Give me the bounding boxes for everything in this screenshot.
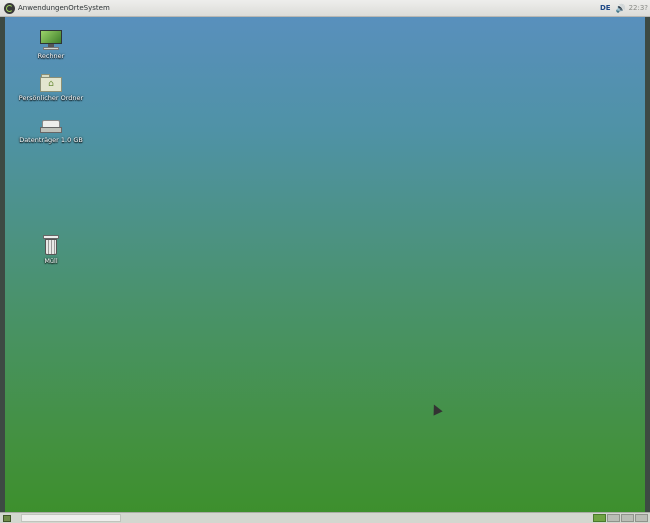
desktop-icon-label: Datenträger 1.0 GB: [19, 136, 83, 144]
workspace-switcher: [592, 514, 648, 522]
desktop-icon-trash[interactable]: Müll: [11, 233, 91, 265]
main-menu: Anwendungen Orte System: [18, 4, 110, 12]
keyboard-layout-indicator[interactable]: DE: [598, 4, 613, 12]
screen-edge-left: [0, 16, 5, 513]
window-list[interactable]: [21, 514, 121, 522]
show-desktop-icon[interactable]: [3, 514, 11, 522]
workspace-2[interactable]: [607, 514, 620, 522]
computer-icon: [40, 30, 62, 50]
distro-logo-icon[interactable]: [4, 2, 15, 14]
desktop-icon-computer[interactable]: Rechner: [11, 30, 91, 60]
menu-applications[interactable]: Anwendungen: [18, 4, 68, 12]
home-folder-icon: ⌂: [40, 74, 62, 92]
desktop-icon-drive[interactable]: Datenträger 1.0 GB: [11, 116, 91, 144]
trash-icon: [43, 233, 59, 255]
system-tray: DE 🔊 22:3?: [598, 4, 648, 13]
top-panel: Anwendungen Orte System DE 🔊 22:3?: [0, 0, 650, 17]
desktop-icon-label: Persönlicher Ordner: [18, 94, 84, 102]
workspace-4[interactable]: [635, 514, 648, 522]
desktop-icon-home-folder[interactable]: ⌂ Persönlicher Ordner: [11, 74, 91, 102]
workspace-3[interactable]: [621, 514, 634, 522]
menu-system[interactable]: System: [84, 4, 110, 12]
clock[interactable]: 22:3?: [629, 4, 648, 12]
bottom-panel: [0, 512, 650, 523]
desktop-icon-label: Rechner: [37, 52, 65, 60]
desktop-icon-label: Müll: [44, 257, 58, 265]
screen-edge-right: [645, 16, 650, 513]
workspace-1[interactable]: [593, 514, 606, 522]
desktop-screen: Anwendungen Orte System DE 🔊 22:3? Rechn…: [0, 0, 650, 523]
volume-icon[interactable]: 🔊: [616, 4, 626, 13]
menu-places[interactable]: Orte: [68, 4, 83, 12]
drive-icon: [40, 120, 62, 134]
mouse-pointer-icon: [429, 402, 443, 416]
